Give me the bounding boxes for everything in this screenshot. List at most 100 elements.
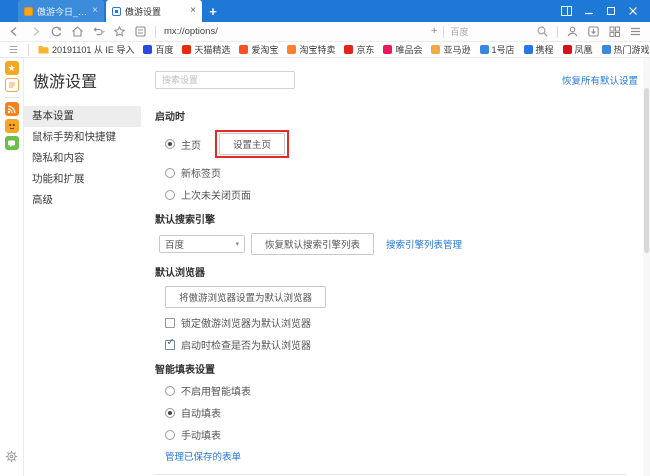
page-title: 傲游设置 [33, 74, 98, 91]
new-tab-button[interactable]: + [202, 0, 224, 22]
navigation-bar: mx://options/ + 百度 [0, 22, 650, 42]
radio-homepage[interactable] [165, 139, 175, 149]
restore-search-engines-button[interactable]: 恢复默认搜索引擎列表 [251, 233, 375, 255]
divider [4, 97, 19, 98]
menu-item-advanced[interactable]: 高级 [24, 190, 141, 211]
bookmark-label: 热门游戏 [613, 45, 650, 55]
browser-window: 傲游今日_傲游用户专属的 × 傲游设置 × + mx://options/ + [0, 0, 650, 476]
radio-autofill-auto[interactable] [165, 407, 175, 418]
favorite-star-icon[interactable] [113, 25, 126, 38]
menu-item-mouse-gestures[interactable]: 鼠标手势和快捷键 [24, 127, 141, 148]
radio-new-tab-page[interactable] [165, 167, 175, 178]
bookmark-item[interactable]: 1号店 [479, 43, 515, 56]
address-url[interactable]: mx://options/ [164, 26, 218, 37]
apps-grid-icon[interactable] [608, 25, 621, 38]
bookmark-label: 天猫精选 [194, 45, 231, 55]
radio-autofill-manual[interactable] [165, 429, 175, 440]
radio-label: 自动填表 [181, 409, 221, 420]
close-window-icon[interactable] [628, 6, 638, 16]
scrollbar-thumb[interactable] [644, 88, 649, 253]
checkbox-check-on-startup[interactable] [165, 337, 175, 350]
search-box[interactable]: + 百度 [431, 25, 549, 38]
refresh-icon[interactable] [50, 25, 63, 38]
section-autofill: 智能填表设置 不启用智能填表 自动填表 手动填表 管理已保存的表单 [155, 361, 634, 463]
section-title: 智能填表设置 [155, 365, 215, 376]
divider [155, 25, 156, 38]
home-icon[interactable] [71, 25, 84, 38]
green-app-icon[interactable] [4, 136, 19, 150]
tab-settings[interactable]: 傲游设置 × [106, 0, 202, 22]
tab-title: 傲游今日_傲游用户专属的 [37, 6, 88, 17]
search-engine-placeholder[interactable]: 百度 [450, 25, 530, 38]
bookmark-label: 亚马逊 [443, 45, 471, 55]
bookmark-item[interactable]: 淘宝特卖 [287, 43, 335, 56]
divider [443, 25, 445, 38]
user-account-icon[interactable] [566, 25, 579, 38]
section-default-browser: 默认浏览器 将傲游浏览器设置为默认浏览器 锁定傲游浏览器为默认浏览器 启动时检查… [155, 264, 634, 352]
menu-item-privacy-content[interactable]: 隐私和内容 [24, 148, 141, 169]
mascot-icon[interactable] [4, 119, 19, 133]
favorites-star-icon[interactable]: ★ [4, 61, 19, 75]
bookmark-label: 百度 [155, 45, 174, 55]
chevron-down-icon: ▾ [235, 241, 239, 248]
bookmark-folder-label: 20191101 从 IE 导入 [52, 45, 135, 55]
maximize-icon[interactable] [606, 6, 616, 16]
minimize-icon[interactable] [584, 6, 594, 16]
bookmark-item[interactable]: 爱淘宝 [239, 43, 278, 56]
back-icon[interactable] [8, 25, 21, 38]
menu-item-features-extensions[interactable]: 功能和扩展 [24, 169, 141, 190]
bookmark-favicon [479, 45, 489, 54]
settings-gear-icon[interactable] [5, 450, 18, 468]
bookmark-item[interactable]: 唯品会 [383, 43, 422, 56]
radio-label: 上次未关闭页面 [181, 191, 251, 202]
set-homepage-button[interactable]: 设置主页 [219, 133, 286, 155]
bookmark-folder[interactable]: 20191101 从 IE 导入 [38, 43, 134, 56]
download-icon[interactable] [587, 25, 600, 38]
checkbox-lock-default-browser[interactable] [165, 317, 175, 328]
close-tab-icon[interactable]: × [92, 6, 98, 16]
restore-all-defaults-link[interactable]: 恢复所有默认设置 [562, 73, 638, 87]
bookmark-label: 1号店 [491, 45, 515, 55]
bookmark-item[interactable]: 热门游戏 [601, 43, 650, 56]
bookmark-favicon [383, 45, 393, 54]
menu-item-basic-settings[interactable]: 基本设置 [24, 106, 141, 127]
checkbox-label: 锁定傲游浏览器为默认浏览器 [181, 319, 311, 330]
radio-last-session[interactable] [165, 189, 175, 200]
bookmark-favicon [601, 45, 611, 54]
tab-maxthon-today[interactable]: 傲游今日_傲游用户专属的 × [18, 0, 104, 22]
snapshot-icon[interactable] [134, 25, 147, 38]
add-search-engine-icon[interactable]: + [431, 26, 437, 37]
radio-label: 不启用智能填表 [181, 387, 251, 398]
bookmark-favicon [523, 45, 533, 54]
bookmark-favicon [287, 45, 297, 54]
bookmark-label: 淘宝特卖 [299, 45, 336, 55]
close-tab-icon[interactable]: × [190, 6, 196, 16]
undo-dropdown-icon[interactable] [92, 25, 105, 38]
checkbox-label: 启动时检查是否为默认浏览器 [181, 341, 311, 352]
radio-label: 手动填表 [181, 431, 221, 442]
settings-search-input[interactable] [155, 71, 295, 89]
set-default-browser-button[interactable]: 将傲游浏览器设置为默认浏览器 [165, 286, 327, 308]
bookmarks-list-icon[interactable] [8, 44, 19, 55]
search-icon[interactable] [536, 25, 549, 38]
layout-icon[interactable] [561, 6, 572, 16]
bookmark-item[interactable]: 凤凰 [562, 43, 593, 56]
rss-icon[interactable] [4, 102, 19, 116]
settings-menu: 基本设置 鼠标手势和快捷键 隐私和内容 功能和扩展 高级 [24, 98, 141, 476]
manage-search-engines-link[interactable]: 搜索引擎列表管理 [386, 237, 462, 251]
forward-icon[interactable] [29, 25, 42, 38]
manage-saved-forms-link[interactable]: 管理已保存的表单 [165, 449, 241, 463]
divider [557, 25, 558, 38]
radio-autofill-off[interactable] [165, 385, 175, 396]
notes-icon[interactable] [4, 78, 19, 92]
bookmark-item[interactable]: 百度 [143, 43, 173, 56]
scrollbar[interactable] [643, 58, 650, 476]
title-bar: 傲游今日_傲游用户专属的 × 傲游设置 × + [0, 0, 650, 22]
menu-icon[interactable] [629, 25, 642, 38]
bookmark-item[interactable]: 携程 [523, 43, 554, 56]
search-engine-select[interactable]: 百度 ▾ [159, 235, 245, 253]
bookmark-item[interactable]: 京东 [344, 43, 374, 56]
bookmark-item[interactable]: 亚马逊 [431, 43, 471, 56]
bookmark-item[interactable]: 天猫精选 [182, 43, 230, 56]
folder-icon [38, 46, 49, 54]
